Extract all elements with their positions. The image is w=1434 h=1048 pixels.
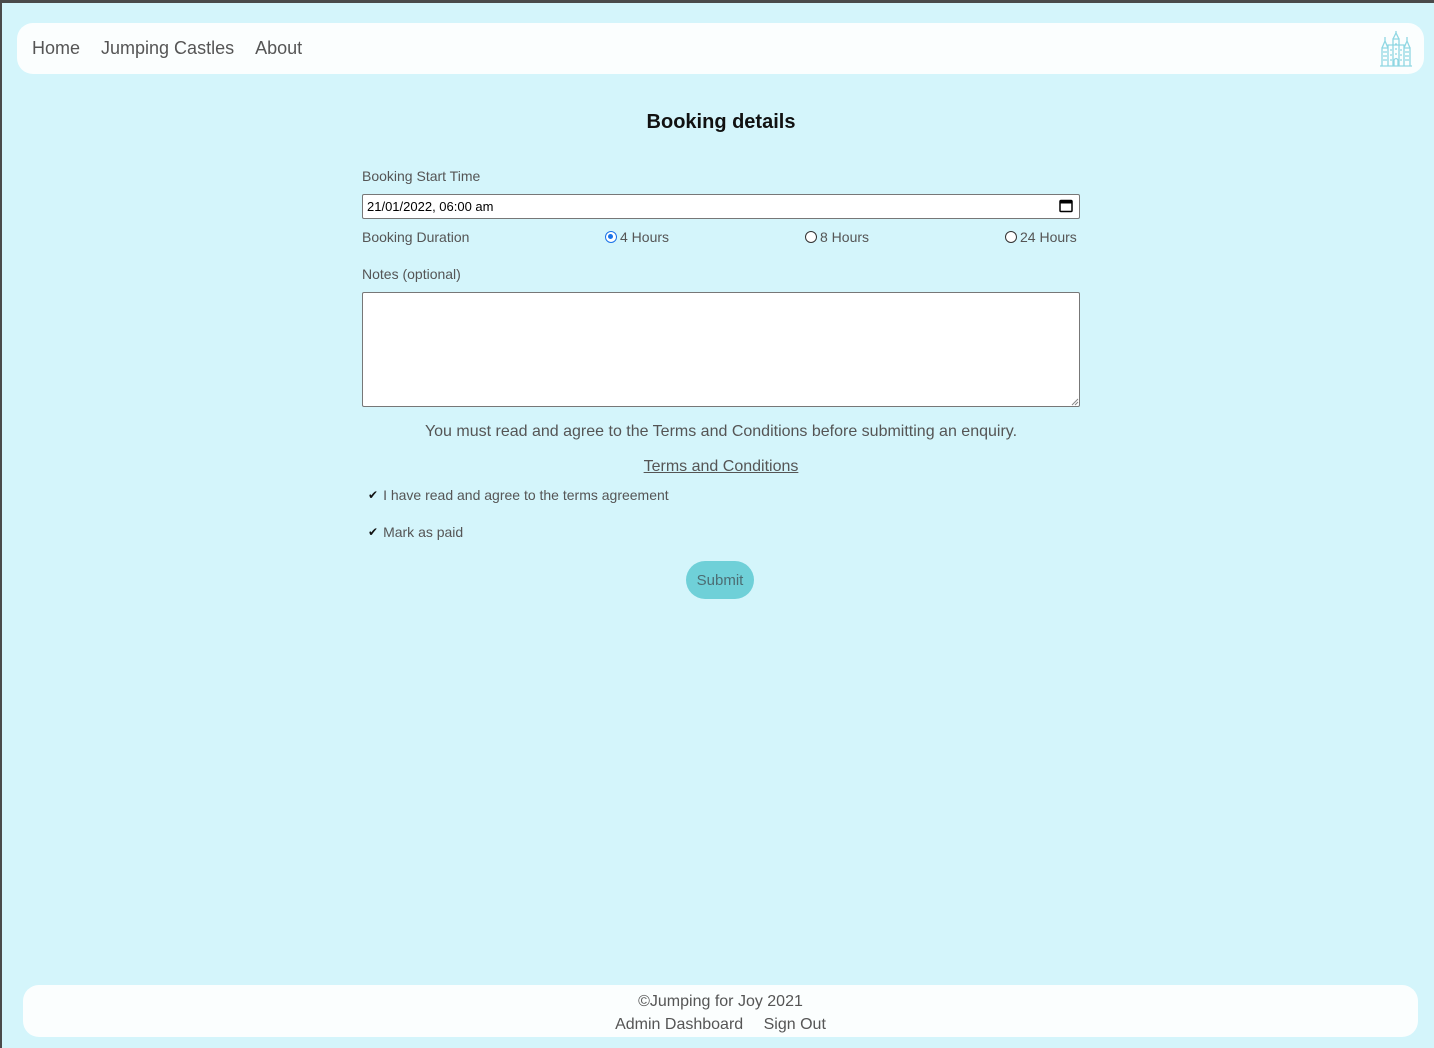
copyright-text: ©Jumping for Joy 2021 [638, 993, 803, 1010]
calendar-icon[interactable] [1059, 199, 1073, 213]
duration-option-label: 4 Hours [620, 229, 670, 245]
page-title: Booking details [646, 111, 796, 133]
navbar: Home Jumping Castles About [17, 23, 1424, 74]
mark-as-paid-checkbox[interactable]: ✔ Mark as paid [368, 524, 463, 540]
booking-duration-label: Booking Duration [362, 229, 470, 245]
booking-start-value: 21/01/2022, 06:00 am [367, 199, 494, 214]
admin-dashboard-link[interactable]: Admin Dashboard [615, 1016, 743, 1033]
duration-option-24-hours[interactable]: 24 Hours [1005, 229, 1077, 245]
nav-link-about[interactable]: About [255, 38, 302, 59]
booking-start-label: Booking Start Time [362, 168, 481, 184]
terms-warning: You must read and agree to the Terms and… [424, 423, 1018, 440]
nav-links: Home Jumping Castles About [17, 38, 323, 59]
booking-duration-row: Booking Duration 4 Hours 8 Hours 24 Hour… [362, 229, 1080, 247]
booking-form: Booking details Booking Start Time 21/01… [362, 111, 1080, 599]
resize-grip-icon[interactable] [1071, 398, 1079, 406]
mark-as-paid-label: Mark as paid [383, 524, 464, 540]
notes-textarea[interactable] [362, 292, 1080, 407]
radio-4-hours[interactable] [605, 231, 617, 243]
duration-option-8-hours[interactable]: 8 Hours [805, 229, 869, 245]
footer: ©Jumping for Joy 2021 Admin Dashboard Si… [23, 985, 1418, 1037]
checkmark-icon[interactable]: ✔ [368, 525, 378, 539]
footer-links: Admin Dashboard Sign Out [23, 1016, 1418, 1034]
radio-8-hours[interactable] [805, 231, 817, 243]
checkmark-icon[interactable]: ✔ [368, 488, 378, 502]
terms-and-conditions-link[interactable]: Terms and Conditions [644, 458, 799, 475]
duration-option-4-hours[interactable]: 4 Hours [605, 229, 669, 245]
agree-terms-label: I have read and agree to the terms agree… [383, 487, 669, 503]
duration-option-label: 24 Hours [1020, 229, 1077, 245]
nav-link-home[interactable]: Home [32, 38, 80, 59]
agree-terms-checkbox[interactable]: ✔ I have read and agree to the terms agr… [368, 487, 669, 503]
duration-option-label: 8 Hours [820, 229, 870, 245]
notes-label: Notes (optional) [362, 266, 461, 282]
castle-icon[interactable] [1379, 31, 1413, 67]
booking-start-input[interactable]: 21/01/2022, 06:00 am [362, 194, 1080, 219]
nav-link-jumping-castles[interactable]: Jumping Castles [101, 38, 234, 59]
submit-button[interactable]: Submit [686, 561, 754, 599]
terms-link-row: Terms and Conditions [362, 458, 1080, 476]
radio-24-hours[interactable] [1005, 231, 1017, 243]
sign-out-link[interactable]: Sign Out [764, 1016, 826, 1033]
